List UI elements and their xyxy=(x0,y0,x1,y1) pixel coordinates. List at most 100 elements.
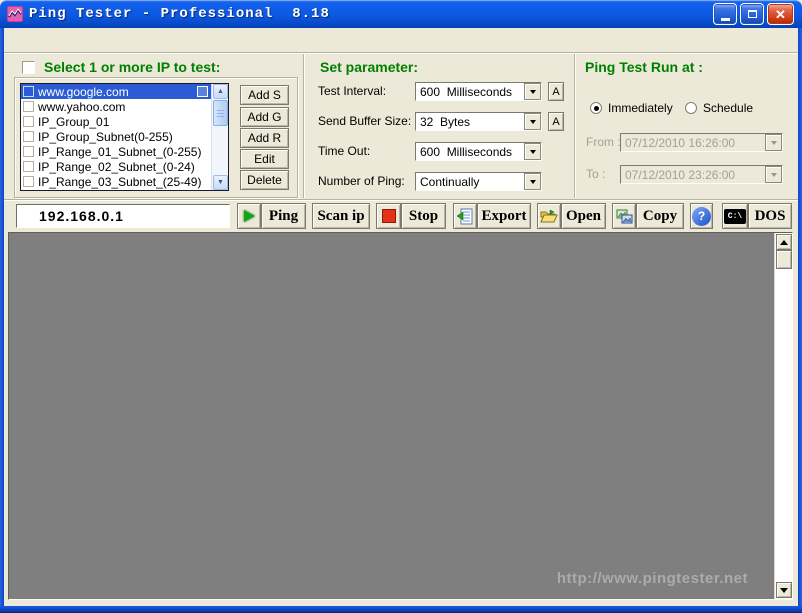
export-document-icon xyxy=(457,208,473,225)
scroll-down-button[interactable]: ▼ xyxy=(213,175,228,190)
item-checkbox[interactable] xyxy=(23,131,34,142)
to-datetime-combobox: 07/12/2010 23:26:00 xyxy=(620,165,783,184)
item-label: www.yahoo.com xyxy=(38,100,125,114)
to-datetime-value: 07/12/2010 23:26:00 xyxy=(625,166,735,183)
scroll-up-button[interactable]: ▲ xyxy=(213,84,228,99)
output-scroll-thumb[interactable] xyxy=(776,250,792,269)
send-buffer-label: Send Buffer Size: xyxy=(318,112,411,131)
open-folder-icon xyxy=(540,209,558,224)
dropdown-button[interactable] xyxy=(524,113,541,130)
send-buffer-combobox[interactable]: 32 Bytes xyxy=(415,112,542,131)
scroll-down-icon: ▼ xyxy=(217,179,224,186)
title-bar: Ping Tester - Professional 8.18 ✕ xyxy=(0,0,802,28)
output-scrollbar[interactable] xyxy=(774,233,792,599)
add-group-button[interactable]: Add G xyxy=(240,107,289,127)
export-icon-button[interactable] xyxy=(453,203,477,229)
scroll-down-icon xyxy=(780,588,788,597)
item-label: IP_Group_Subnet(0-255) xyxy=(38,130,173,144)
scroll-up-icon xyxy=(780,236,788,245)
copy-button[interactable]: Copy xyxy=(636,203,684,229)
ping-button[interactable]: Ping xyxy=(261,203,306,229)
output-scroll-down-button[interactable] xyxy=(776,582,792,598)
chevron-down-icon xyxy=(771,173,777,180)
from-label: From : xyxy=(586,133,621,152)
open-icon-button[interactable] xyxy=(537,203,561,229)
copy-images-icon xyxy=(616,209,633,224)
add-single-button[interactable]: Add S xyxy=(240,85,289,105)
app-logo-icon xyxy=(7,6,23,22)
chevron-down-icon xyxy=(771,141,777,148)
ip-select-heading: Select 1 or more IP to test: xyxy=(44,59,220,75)
dropdown-button[interactable] xyxy=(524,83,541,100)
from-datetime-combobox: 07/12/2010 16:26:00 xyxy=(620,133,783,152)
stop-icon xyxy=(382,209,396,223)
list-item[interactable]: www.yahoo.com xyxy=(21,99,211,114)
list-item[interactable]: IP_Group_Subnet(0-255) xyxy=(21,129,211,144)
stop-button[interactable]: Stop xyxy=(401,203,446,229)
chevron-down-icon xyxy=(530,180,536,187)
time-out-label: Time Out: xyxy=(318,142,370,161)
item-checkbox[interactable] xyxy=(23,86,34,97)
item-checkbox[interactable] xyxy=(23,176,34,187)
ip-address-input[interactable] xyxy=(16,204,230,228)
scan-ip-button[interactable]: Scan ip xyxy=(312,203,370,229)
selection-marker-icon xyxy=(197,86,208,97)
play-icon xyxy=(244,210,255,222)
minimize-button[interactable] xyxy=(713,3,737,25)
item-label: IP_Group_01 xyxy=(38,115,109,129)
chevron-down-icon xyxy=(530,120,536,127)
item-label: IP_Range_02_Subnet_(0-24) xyxy=(38,160,195,174)
close-button[interactable]: ✕ xyxy=(767,3,794,25)
help-icon: ? xyxy=(692,207,711,226)
help-button[interactable]: ? xyxy=(690,203,713,229)
delete-button[interactable]: Delete xyxy=(240,170,289,190)
window-border-bottom xyxy=(0,606,802,613)
list-item[interactable]: www.google.com xyxy=(21,84,211,99)
from-datetime-value: 07/12/2010 16:26:00 xyxy=(625,134,735,151)
schedule-radio[interactable]: Schedule xyxy=(685,101,753,115)
open-button[interactable]: Open xyxy=(561,203,606,229)
dropdown-button xyxy=(765,134,782,151)
list-item[interactable]: IP_Group_01 xyxy=(21,114,211,129)
edit-button[interactable]: Edit xyxy=(240,149,289,169)
send-buffer-quickset-button[interactable]: A xyxy=(548,112,564,131)
maximize-button[interactable] xyxy=(740,3,764,25)
combobox-value: Continually xyxy=(420,173,479,190)
test-interval-combobox[interactable]: 600 Milliseconds xyxy=(415,82,542,101)
item-checkbox[interactable] xyxy=(23,146,34,157)
run-at-heading: Ping Test Run at : xyxy=(585,59,703,75)
time-out-combobox[interactable]: 600 Milliseconds xyxy=(415,142,542,161)
watermark-url: http://www.pingtester.net xyxy=(557,570,748,587)
export-button[interactable]: Export xyxy=(477,203,531,229)
dropdown-button[interactable] xyxy=(524,143,541,160)
item-checkbox[interactable] xyxy=(23,161,34,172)
toolbar-divider xyxy=(4,199,798,201)
scroll-thumb[interactable] xyxy=(213,100,228,126)
copy-icon-button[interactable] xyxy=(612,203,636,229)
ping-icon-button[interactable] xyxy=(237,203,261,229)
stop-icon-button[interactable] xyxy=(376,203,401,229)
chevron-down-icon xyxy=(530,150,536,157)
minimize-icon xyxy=(721,18,730,21)
dos-button[interactable]: DOS xyxy=(748,203,792,229)
test-interval-label: Test Interval: xyxy=(318,82,386,101)
scroll-up-icon: ▲ xyxy=(217,88,224,95)
list-item[interactable]: IP_Range_03_Subnet_(25-49) xyxy=(21,174,211,189)
number-of-ping-combobox[interactable]: Continually xyxy=(415,172,542,191)
test-interval-quickset-button[interactable]: A xyxy=(548,82,564,101)
item-checkbox[interactable] xyxy=(23,116,34,127)
number-of-ping-label: Number of Ping: xyxy=(318,172,405,191)
output-scroll-up-button[interactable] xyxy=(776,234,792,250)
item-checkbox[interactable] xyxy=(23,101,34,112)
dos-icon-button[interactable]: C:\ xyxy=(722,203,748,229)
list-item[interactable]: IP_Range_01_Subnet_(0-255) xyxy=(21,144,211,159)
select-all-checkbox[interactable] xyxy=(22,61,35,74)
radio-unselected-icon xyxy=(685,102,697,114)
list-scrollbar[interactable]: ▲ ▼ xyxy=(211,84,228,190)
dropdown-button[interactable] xyxy=(524,173,541,190)
list-item[interactable]: IP_Range_02_Subnet_(0-24) xyxy=(21,159,211,174)
add-range-button[interactable]: Add R xyxy=(240,128,289,148)
close-icon: ✕ xyxy=(775,8,786,21)
item-label: www.google.com xyxy=(38,85,129,99)
immediately-radio[interactable]: Immediately xyxy=(590,101,673,115)
